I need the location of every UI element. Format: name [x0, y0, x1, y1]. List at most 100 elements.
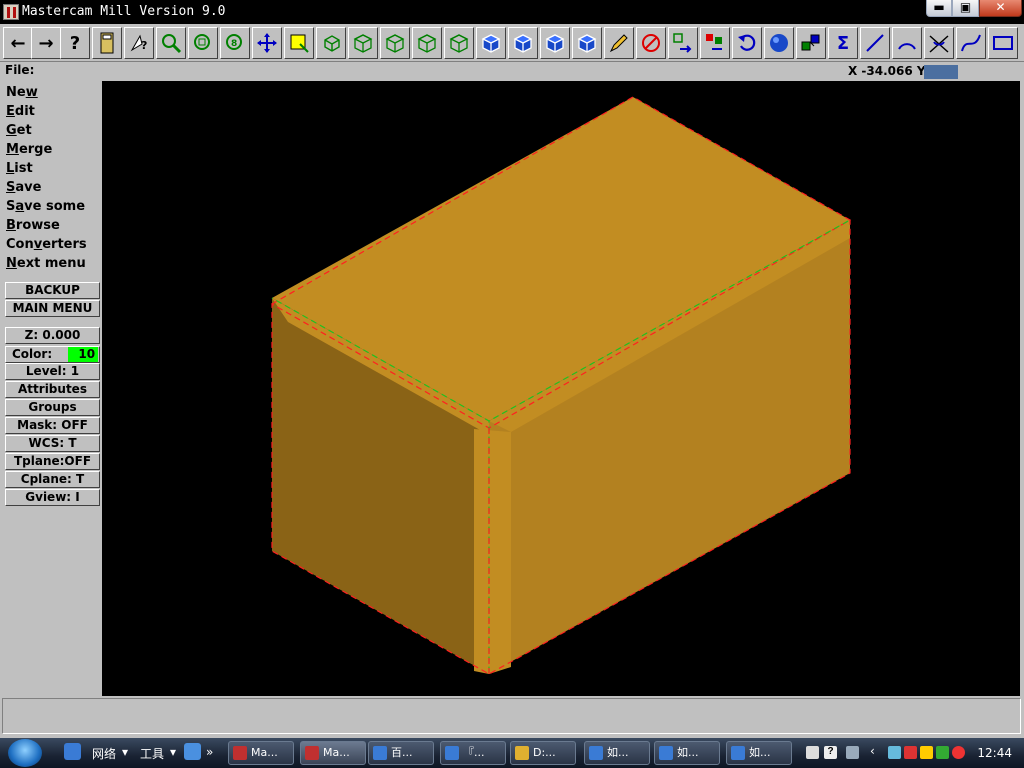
menu-item-converters[interactable]: Converters [6, 237, 87, 252]
no-draw-icon[interactable] [636, 27, 666, 59]
spline-icon[interactable] [956, 27, 986, 59]
wireframe-view-icon[interactable] [348, 27, 378, 59]
security-icon[interactable] [904, 746, 917, 759]
taskbar-button[interactable]: D:... [510, 741, 576, 765]
menu-item-merge[interactable]: Merge [6, 142, 52, 157]
toolbar: ← →?? 8 Σ [0, 24, 1024, 62]
solid-side-icon[interactable] [540, 27, 570, 59]
cplane-button[interactable]: Cplane: T [5, 471, 100, 488]
shade-sphere-icon[interactable] [764, 27, 794, 59]
fillet-icon[interactable] [924, 27, 954, 59]
wireframe-side-icon[interactable] [412, 27, 442, 59]
chat-icon[interactable] [936, 746, 949, 759]
browser-quicklaunch-icon[interactable] [184, 743, 201, 760]
taskbar-button[interactable]: 『... [440, 741, 506, 765]
start-button[interactable] [8, 739, 42, 767]
zoom-window-icon[interactable] [156, 27, 186, 59]
coordinate-readout: X -34.066 Y [848, 64, 926, 78]
task-label: Ma... [323, 746, 350, 759]
keyboard-icon[interactable] [806, 746, 819, 759]
taskbar-button[interactable]: Ma... [300, 741, 366, 765]
gview-button[interactable]: Gview: I [5, 489, 100, 506]
unzoom-icon[interactable] [188, 27, 218, 59]
color-button[interactable]: Color: 10 [5, 346, 100, 363]
antivirus-icon[interactable] [952, 746, 965, 759]
menu-item-get[interactable]: Get [6, 123, 32, 138]
tray-tool-icon[interactable] [846, 746, 859, 759]
back-arrow-icon[interactable]: ← [3, 27, 33, 59]
title-bar[interactable]: Mastercam Mill Version 9.0 ▬ ▣ ✕ [0, 0, 1024, 24]
level-button[interactable]: Level: 1 [5, 363, 100, 380]
color-label: Color: [12, 347, 53, 361]
minimize-button[interactable]: ▬ [926, 0, 952, 17]
solid-front-icon[interactable] [508, 27, 538, 59]
chevron-down-icon[interactable]: ▾ [170, 745, 176, 759]
menu-item-next-menu[interactable]: Next menu [6, 256, 86, 271]
taskbar-button[interactable]: 如... [726, 741, 792, 765]
mastercam-logo-icon[interactable] [3, 4, 19, 20]
main-menu-button[interactable]: MAIN MENU [5, 300, 100, 317]
network-icon[interactable] [888, 746, 901, 759]
sigma-icon[interactable]: Σ [828, 27, 858, 59]
task-label: 百... [391, 746, 413, 759]
task-app-icon [305, 746, 319, 760]
task-app-icon [233, 746, 247, 760]
taskbar-button[interactable]: 如... [584, 741, 650, 765]
window-title: Mastercam Mill Version 9.0 [22, 4, 226, 19]
chevron-down-icon[interactable]: ▾ [122, 745, 128, 759]
groups-button[interactable]: Groups [5, 399, 100, 416]
select-window-icon[interactable] [284, 27, 314, 59]
task-label: 如... [749, 746, 771, 759]
pan-icon[interactable] [252, 27, 282, 59]
clock[interactable]: 12:44 [977, 746, 1012, 760]
help-icon[interactable]: ? [60, 27, 90, 59]
zoom-fit-icon[interactable]: 8 [220, 27, 250, 59]
mastercam-window: Mastercam Mill Version 9.0 ▬ ▣ ✕ ← →?? 8 Σ … [0, 0, 1024, 768]
undo-icon[interactable] [732, 27, 762, 59]
wcs-button[interactable]: WCS: T [5, 435, 100, 452]
dynamic-rotate-icon[interactable] [316, 27, 346, 59]
graphics-viewport[interactable] [102, 81, 1020, 696]
taskbar-button[interactable]: Ma... [228, 741, 294, 765]
warning-icon[interactable] [920, 746, 933, 759]
more-chevron-icon[interactable]: » [206, 745, 213, 759]
menu-item-browse[interactable]: Browse [6, 218, 60, 233]
attributes-button[interactable]: Attributes [5, 381, 100, 398]
help-tray-icon[interactable]: ? [824, 746, 837, 759]
task-app-icon [731, 746, 745, 760]
transform-copy-icon[interactable] [700, 27, 730, 59]
z-depth-button[interactable]: Z: 0.000 [5, 327, 100, 344]
menu-item-save[interactable]: Save [6, 180, 41, 195]
wireframe-iso-icon[interactable] [444, 27, 474, 59]
menu-item-new[interactable]: New [6, 85, 38, 100]
tray-expand-icon[interactable]: ‹ [870, 744, 875, 758]
taskbar-button[interactable]: 百... [368, 741, 434, 765]
solid-top-icon[interactable] [476, 27, 506, 59]
layers-icon[interactable] [796, 27, 826, 59]
pencil-icon[interactable] [604, 27, 634, 59]
quicklaunch-tools[interactable]: 工具 [140, 745, 164, 762]
mask-button[interactable]: Mask: OFF [5, 417, 100, 434]
line-icon[interactable] [860, 27, 890, 59]
transform-icon[interactable] [668, 27, 698, 59]
analyze-icon[interactable]: ? [124, 27, 154, 59]
calculator-icon[interactable] [92, 27, 122, 59]
close-button[interactable]: ✕ [979, 0, 1022, 17]
wireframe-front-icon[interactable] [380, 27, 410, 59]
forward-arrow-icon[interactable]: → [31, 27, 61, 59]
taskbar-button[interactable]: 如... [654, 741, 720, 765]
rectangle-icon[interactable] [988, 27, 1018, 59]
ie-quicklaunch-icon[interactable] [64, 743, 81, 760]
menu-item-edit[interactable]: Edit [6, 104, 35, 119]
backup-button[interactable]: BACKUP [5, 282, 100, 299]
menu-item-list[interactable]: List [6, 161, 33, 176]
task-label: 『... [463, 746, 485, 759]
system-tray: ? ‹ 12:44 [800, 738, 1024, 768]
quicklaunch-network[interactable]: 网络 [92, 745, 116, 762]
tplane-button[interactable]: Tplane:OFF [5, 453, 100, 470]
menu-item-save-some[interactable]: Save some [6, 199, 85, 214]
solid-iso-icon[interactable] [572, 27, 602, 59]
arc-icon[interactable] [892, 27, 922, 59]
task-label: 如... [607, 746, 629, 759]
maximize-button[interactable]: ▣ [952, 0, 979, 17]
